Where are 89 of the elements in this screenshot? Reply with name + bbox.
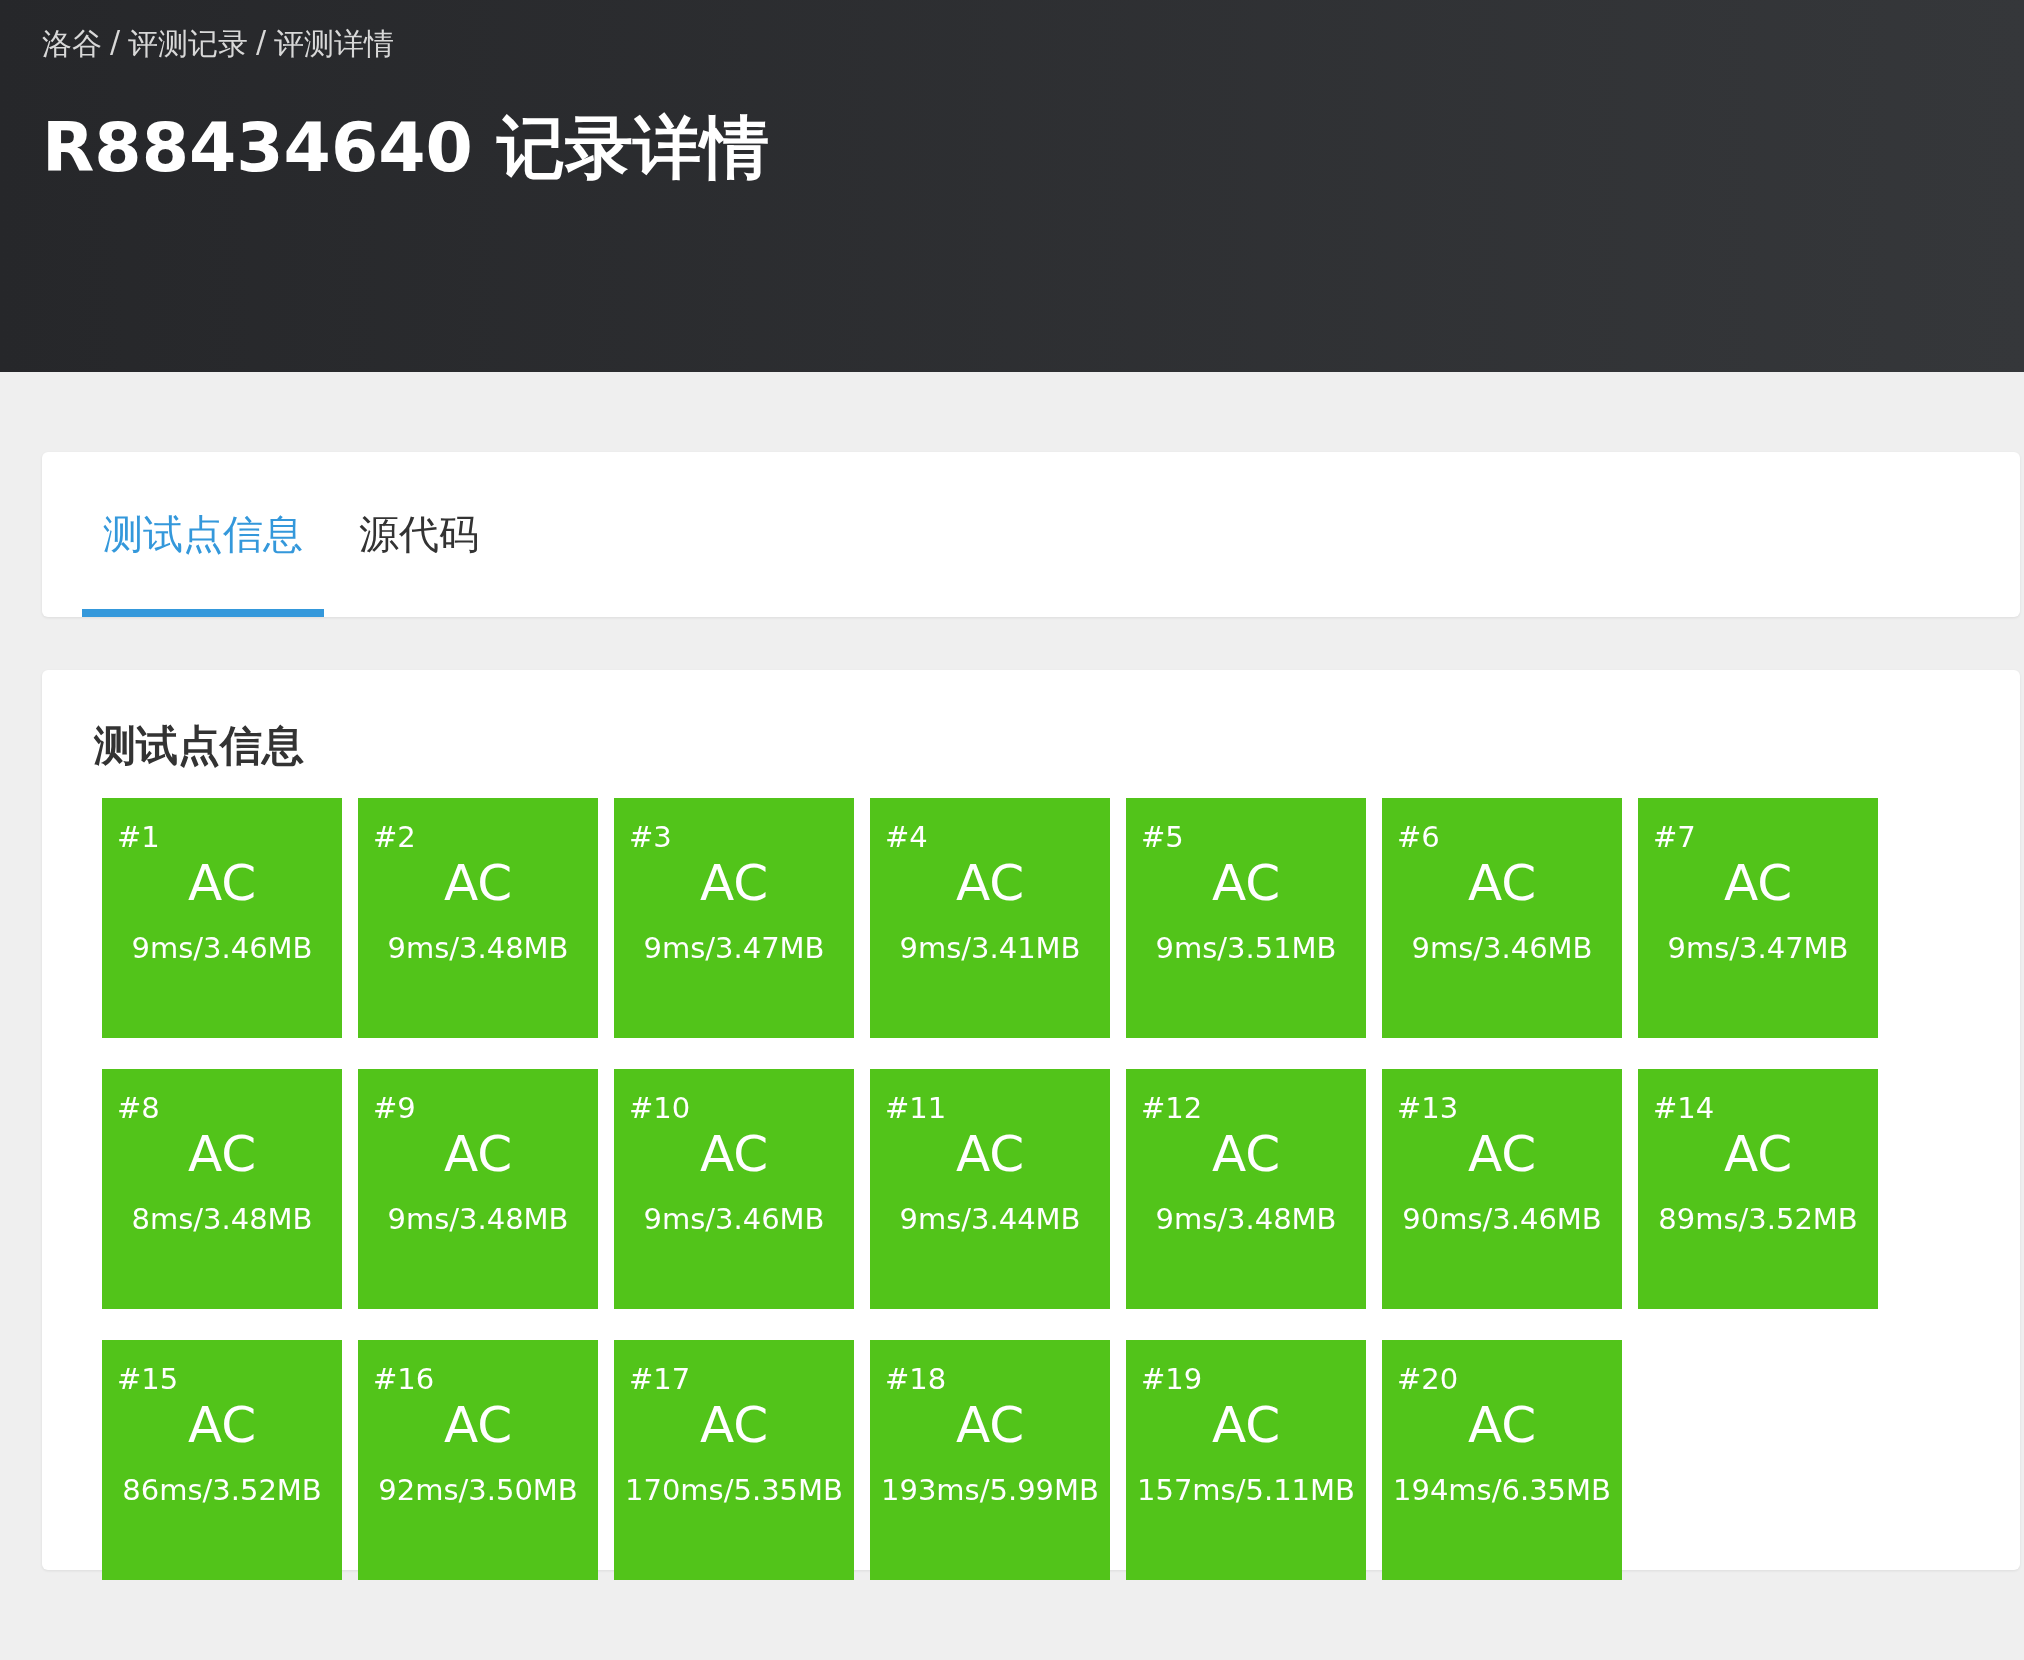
case-status: AC: [1211, 853, 1281, 914]
case-number: #5: [1140, 819, 1184, 856]
case-status: AC: [1467, 1395, 1537, 1456]
case-status: AC: [1723, 853, 1793, 914]
case-detail: 157ms/5.11MB: [1137, 1472, 1355, 1509]
case-detail: 9ms/3.44MB: [899, 1201, 1081, 1238]
case-number: #19: [1140, 1361, 1203, 1398]
test-case-tile[interactable]: #14 AC 89ms/3.52MB: [1638, 1069, 1878, 1309]
test-case-tile[interactable]: #16 AC 92ms/3.50MB: [358, 1340, 598, 1580]
case-detail: 89ms/3.52MB: [1658, 1201, 1858, 1238]
case-detail: 9ms/3.48MB: [387, 930, 569, 967]
case-detail: 9ms/3.41MB: [899, 930, 1081, 967]
case-number: #20: [1396, 1361, 1459, 1398]
case-detail: 92ms/3.50MB: [378, 1472, 578, 1509]
case-status: AC: [1467, 1124, 1537, 1185]
case-number: #15: [116, 1361, 179, 1398]
page-title: R88434640 记录详情: [42, 107, 770, 189]
case-detail: 9ms/3.46MB: [131, 930, 313, 967]
case-detail: 9ms/3.46MB: [1411, 930, 1593, 967]
case-status: AC: [699, 853, 769, 914]
case-status: AC: [1723, 1124, 1793, 1185]
case-number: #18: [884, 1361, 947, 1398]
case-status: AC: [443, 1124, 513, 1185]
case-detail: 193ms/5.99MB: [881, 1472, 1099, 1509]
case-status: AC: [699, 1395, 769, 1456]
test-case-tile[interactable]: #19 AC 157ms/5.11MB: [1126, 1340, 1366, 1580]
test-case-tile[interactable]: #4 AC 9ms/3.41MB: [870, 798, 1110, 1038]
case-detail: 90ms/3.46MB: [1402, 1201, 1602, 1238]
case-number: #17: [628, 1361, 691, 1398]
case-status: AC: [955, 1395, 1025, 1456]
case-detail: 9ms/3.48MB: [387, 1201, 569, 1238]
case-number: #14: [1652, 1090, 1715, 1127]
case-detail: 9ms/3.46MB: [643, 1201, 825, 1238]
test-case-tile[interactable]: #1 AC 9ms/3.46MB: [102, 798, 342, 1038]
case-number: #7: [1652, 819, 1696, 856]
test-case-tile[interactable]: #10 AC 9ms/3.46MB: [614, 1069, 854, 1309]
test-case-tile[interactable]: #20 AC 194ms/6.35MB: [1382, 1340, 1622, 1580]
case-status: AC: [443, 1395, 513, 1456]
case-detail: 8ms/3.48MB: [131, 1201, 313, 1238]
test-case-tile[interactable]: #12 AC 9ms/3.48MB: [1126, 1069, 1366, 1309]
case-number: #13: [1396, 1090, 1459, 1127]
breadcrumb-link[interactable]: 洛谷: [42, 24, 102, 65]
case-status: AC: [1211, 1395, 1281, 1456]
case-number: #12: [1140, 1090, 1203, 1127]
tab[interactable]: 测试点信息: [82, 452, 324, 617]
test-case-tile[interactable]: #18 AC 193ms/5.99MB: [870, 1340, 1110, 1580]
case-status: AC: [955, 1124, 1025, 1185]
case-number: #16: [372, 1361, 435, 1398]
case-number: #4: [884, 819, 928, 856]
case-number: #9: [372, 1090, 416, 1127]
section-title: 测试点信息: [94, 720, 305, 772]
case-status: AC: [1211, 1124, 1281, 1185]
case-number: #2: [372, 819, 416, 856]
case-number: #8: [116, 1090, 160, 1127]
case-detail: 9ms/3.48MB: [1155, 1201, 1337, 1238]
breadcrumb-link[interactable]: 评测记录: [128, 24, 249, 65]
case-detail: 170ms/5.35MB: [625, 1472, 843, 1509]
case-number: #1: [116, 819, 160, 856]
test-case-tile[interactable]: #7 AC 9ms/3.47MB: [1638, 798, 1878, 1038]
test-case-tile[interactable]: #11 AC 9ms/3.44MB: [870, 1069, 1110, 1309]
case-status: AC: [443, 853, 513, 914]
breadcrumb-separator: /: [110, 24, 121, 61]
test-case-tile[interactable]: #6 AC 9ms/3.46MB: [1382, 798, 1622, 1038]
test-case-tile[interactable]: #2 AC 9ms/3.48MB: [358, 798, 598, 1038]
tab[interactable]: 源代码: [338, 452, 500, 617]
case-status: AC: [187, 1124, 257, 1185]
case-status: AC: [187, 853, 257, 914]
breadcrumb-separator: /: [256, 24, 267, 61]
case-status: AC: [1467, 853, 1537, 914]
test-case-tile[interactable]: #13 AC 90ms/3.46MB: [1382, 1069, 1622, 1309]
test-case-tile[interactable]: #5 AC 9ms/3.51MB: [1126, 798, 1366, 1038]
case-number: #11: [884, 1090, 947, 1127]
test-case-tile[interactable]: #8 AC 8ms/3.48MB: [102, 1069, 342, 1309]
test-case-tile[interactable]: #17 AC 170ms/5.35MB: [614, 1340, 854, 1580]
case-number: #3: [628, 819, 672, 856]
breadcrumb-link[interactable]: 评测详情: [274, 24, 395, 65]
case-status: AC: [699, 1124, 769, 1185]
case-status: AC: [955, 853, 1025, 914]
case-status: AC: [187, 1395, 257, 1456]
case-detail: 9ms/3.51MB: [1155, 930, 1337, 967]
test-case-tile[interactable]: #3 AC 9ms/3.47MB: [614, 798, 854, 1038]
case-detail: 9ms/3.47MB: [1667, 930, 1849, 967]
case-number: #6: [1396, 819, 1440, 856]
case-detail: 86ms/3.52MB: [122, 1472, 322, 1509]
case-detail: 194ms/6.35MB: [1393, 1472, 1611, 1509]
test-case-tile[interactable]: #9 AC 9ms/3.48MB: [358, 1069, 598, 1309]
case-detail: 9ms/3.47MB: [643, 930, 825, 967]
case-number: #10: [628, 1090, 691, 1127]
test-case-tile[interactable]: #15 AC 86ms/3.52MB: [102, 1340, 342, 1580]
